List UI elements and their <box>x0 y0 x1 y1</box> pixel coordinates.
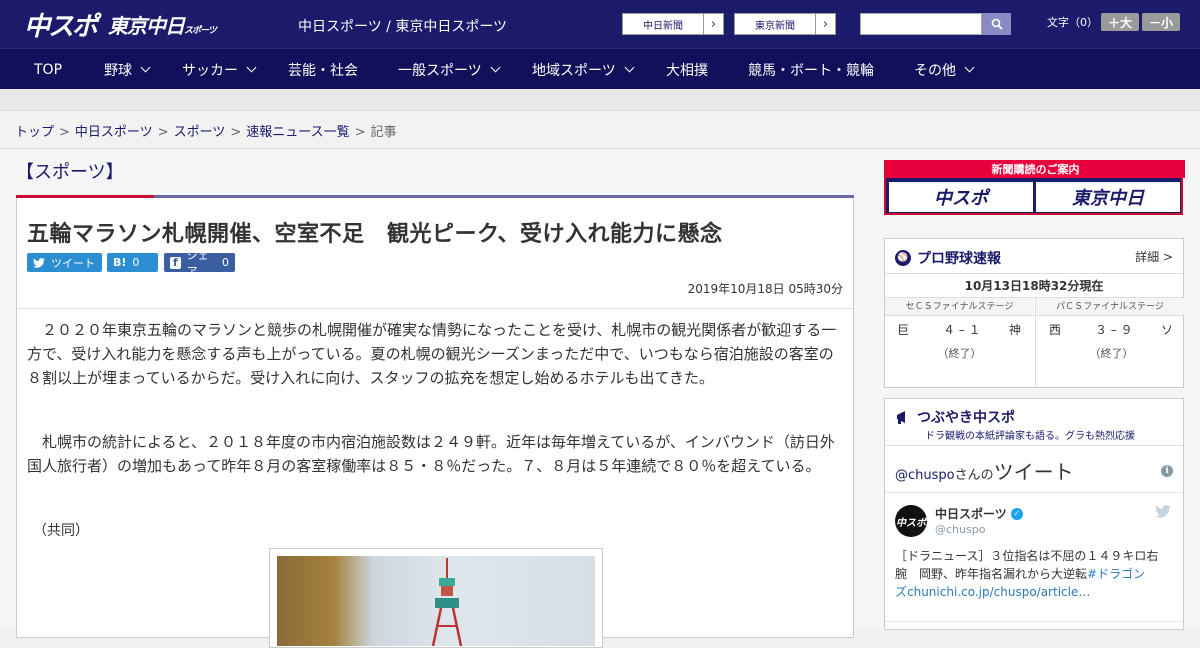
search-icon <box>991 18 1003 30</box>
breadcrumb-current: 記事 <box>370 125 397 140</box>
site-name: 中日スポーツ / 東京中日スポーツ <box>298 19 508 35</box>
article-photo[interactable] <box>269 548 603 648</box>
game-status: （終了） <box>1089 347 1134 360</box>
subscription-banner[interactable]: 新聞購読のご案内 中スポ 東京中日 <box>884 160 1185 215</box>
photo-image <box>277 556 595 646</box>
chevron-down-icon <box>964 62 975 73</box>
breadcrumb-sports[interactable]: スポーツ <box>174 125 226 140</box>
score-divider <box>1035 316 1036 388</box>
publish-date: 2019年10月18日 05時30分 <box>687 282 843 296</box>
nav-item-baseball[interactable]: 野球 <box>104 49 151 90</box>
search-input[interactable] <box>860 13 982 35</box>
chunichi-shimbun-link[interactable]: 中日新聞 › <box>622 13 724 35</box>
tv-tower-image <box>431 558 463 646</box>
home-team: 西 <box>1049 323 1062 337</box>
facebook-icon: f <box>170 256 181 269</box>
breadcrumb-news-list[interactable]: 速報ニュース一覧 <box>246 125 349 140</box>
twitter-widget: つぶやき中スポ ドラ観戦の本紙評論家も語る。グラも熱烈応援 @chuspoさんの… <box>884 398 1184 630</box>
breadcrumb: トップ > 中日スポーツ > スポーツ > 速報ニュース一覧 > 記事 <box>0 111 1200 149</box>
twitter-timeline-header: @chuspoさんのツイート <box>895 460 1074 484</box>
tweet-text: ［ドラニュース］３位指名は不屈の１４９キロ右 腕 岡野、昨年指名漏れから大逆転#… <box>895 547 1175 601</box>
font-size-label: 文字（0） <box>1047 16 1098 29</box>
tweet-button[interactable]: ツイート <box>27 253 102 272</box>
tweet-account-name[interactable]: 中日スポーツ <box>935 505 1007 522</box>
chevron-down-icon <box>490 62 501 73</box>
hatena-count: 0 <box>132 256 140 269</box>
baseball-icon: ⚾ <box>895 250 911 266</box>
nav-item-sumo[interactable]: 大相撲 <box>666 49 708 90</box>
away-team: ソ <box>1161 323 1174 337</box>
twitter-bird-icon[interactable] <box>1155 505 1171 518</box>
scores-as-of: 10月13日18時32分現在 <box>885 273 1183 298</box>
nav-item-soccer[interactable]: サッカー <box>182 49 257 90</box>
avatar[interactable]: 中スポ <box>895 505 927 537</box>
logo-chuspo: 中スポ <box>24 11 98 42</box>
nav-item-general-sports[interactable]: 一般スポーツ <box>398 49 501 90</box>
info-icon[interactable]: i <box>1161 465 1173 477</box>
chevron-down-icon <box>140 62 151 73</box>
score: ４ – １ <box>943 323 981 337</box>
tweet-account-handle[interactable]: @chuspo <box>935 523 985 536</box>
breadcrumb-home[interactable]: トップ <box>15 125 54 140</box>
nav-item-local-sports[interactable]: 地域スポーツ <box>532 49 635 90</box>
logo-tokyo-chunichi: 東京中日スポーツ <box>108 13 217 38</box>
subscription-banner-title: 新聞購読のご案内 <box>886 160 1185 178</box>
article-paragraph: ２０２０年東京五輪のマラソンと競歩の札幌開催が確実な情勢になったことを受け、札幌… <box>27 321 837 387</box>
banner-chuspo: 中スポ <box>889 182 1033 212</box>
nav-item-top[interactable]: TOP <box>34 49 62 90</box>
main-nav: TOP 野球 サッカー 芸能・社会 一般スポーツ 地域スポーツ 大相撲 競馬・ボ… <box>0 48 1200 89</box>
nav-item-other[interactable]: その他 <box>914 49 975 90</box>
font-size-down-button[interactable]: －小 <box>1142 13 1180 31</box>
facebook-count: 0 <box>222 256 229 269</box>
hatena-bookmark-button[interactable]: B! 0 <box>107 253 158 272</box>
sub-nav-band <box>0 89 1200 111</box>
verified-icon: ✓ <box>1010 507 1023 520</box>
chevron-right-icon: › <box>815 14 835 34</box>
tweet-hashtag[interactable]: #ドラゴン <box>1087 567 1145 581</box>
hatena-icon: B! <box>113 256 127 269</box>
nav-item-entertainment[interactable]: 芸能・社会 <box>288 49 358 90</box>
baseball-widget-title: プロ野球速報 <box>917 251 1001 267</box>
facebook-share-button[interactable]: f シェア 0 <box>164 249 235 278</box>
chevron-down-icon <box>246 62 257 73</box>
article-paragraph: 札幌市の統計によると、２０１８年度の市内宿泊施設数は２４９軒。近年は毎年増えてい… <box>27 433 835 475</box>
stage-label-ce: セＣＳファイナルステージ <box>885 298 1034 316</box>
divider <box>17 308 853 309</box>
article-credit: （共同） <box>33 523 89 539</box>
chevron-right-icon: › <box>703 14 723 34</box>
banner-tokyo-chunichi: 東京中日 <box>1036 182 1180 212</box>
search-button[interactable] <box>982 13 1011 35</box>
chevron-down-icon <box>624 62 635 73</box>
font-size-up-button[interactable]: ＋大 <box>1101 13 1139 31</box>
tokyo-shimbun-link[interactable]: 東京新聞 › <box>734 13 836 35</box>
nav-item-racing[interactable]: 競馬・ボート・競輪 <box>748 49 874 90</box>
stage-label-pa: パＣＳファイナルステージ <box>1035 298 1184 316</box>
top-header: 中スポ 東京中日スポーツ 中日スポーツ / 東京中日スポーツ 中日新聞 › 東京… <box>0 0 1200 48</box>
score: ３ – ９ <box>1095 323 1133 337</box>
baseball-detail-link[interactable]: 詳細 > <box>1135 248 1173 265</box>
baseball-scores-widget: ⚾ プロ野球速報 詳細 > 10月13日18時32分現在 セＣＳファイナルステー… <box>884 238 1184 388</box>
away-team: 神 <box>1009 323 1022 337</box>
home-team: 巨 <box>897 323 910 337</box>
twitter-widget-subtitle: ドラ観戦の本紙評論家も語る。グラも熱烈応援 <box>925 431 1135 442</box>
tweet-link[interactable]: ズchunichi.co.jp/chuspo/article… <box>895 583 1175 601</box>
site-logo[interactable]: 中スポ 東京中日スポーツ <box>24 8 217 42</box>
twitter-icon <box>33 257 45 268</box>
megaphone-icon <box>897 411 905 424</box>
twitter-widget-title: つぶやき中スポ <box>917 410 1015 426</box>
section-title: 【スポーツ】 <box>16 162 124 183</box>
article-body: 五輪マラソン札幌開催、空室不足 観光ピーク、受け入れ能力に懸念 ツイート B! … <box>16 198 854 648</box>
game-status: （終了） <box>937 347 982 360</box>
twitter-handle-link[interactable]: @chuspo <box>895 468 955 483</box>
article-headline: 五輪マラソン札幌開催、空室不足 観光ピーク、受け入れ能力に懸念 <box>27 222 723 247</box>
breadcrumb-chunichi-sports[interactable]: 中日スポーツ <box>75 125 153 140</box>
